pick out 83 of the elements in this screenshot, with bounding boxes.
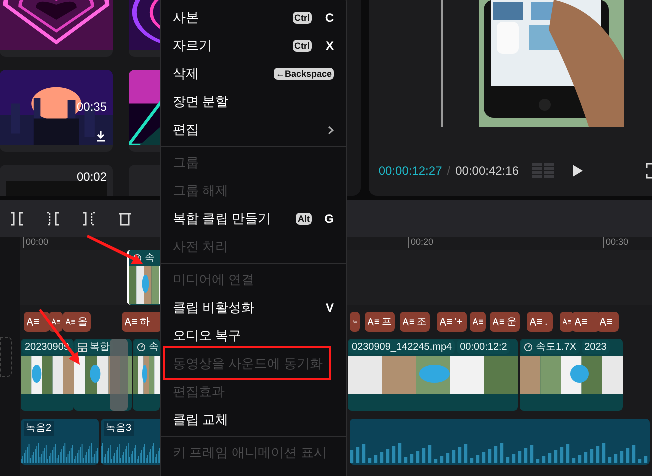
text-icon bbox=[530, 318, 542, 326]
text-icon bbox=[52, 318, 60, 326]
text-icon bbox=[473, 318, 483, 326]
text-icon bbox=[440, 318, 452, 326]
text-icon bbox=[600, 318, 612, 326]
text-icon bbox=[575, 318, 587, 326]
shortcut-key: Alt bbox=[296, 213, 312, 225]
text-icon bbox=[353, 318, 357, 326]
shortcut-key: Ctrl bbox=[292, 40, 312, 52]
speed-icon bbox=[137, 342, 146, 352]
menu-item[interactable]: 장면 분할 bbox=[161, 88, 346, 116]
speed-tag: 속 bbox=[134, 340, 160, 354]
video-clip[interactable]: 0230909_142245.mp4 00:00:12:2 bbox=[348, 339, 518, 411]
speed-tag: 속도1.7X bbox=[521, 340, 580, 354]
text-clip[interactable]: 운 bbox=[490, 312, 520, 332]
ruler-label: 00:20 bbox=[408, 237, 434, 248]
shortcut-letter: X bbox=[324, 38, 334, 55]
video-clip[interactable]: 속 bbox=[133, 339, 160, 411]
split-icon[interactable] bbox=[10, 212, 24, 226]
play-icon[interactable] bbox=[573, 165, 583, 177]
text-clip[interactable]: 올 bbox=[63, 312, 91, 332]
text-icon bbox=[125, 318, 137, 326]
time-separator: / bbox=[447, 163, 451, 180]
clip-title: 녹음3 bbox=[104, 421, 134, 436]
audio-clip[interactable] bbox=[350, 419, 650, 465]
shortcut-letter: V bbox=[324, 300, 334, 317]
text-icon bbox=[493, 318, 504, 326]
current-time: 00:00:12:27 bbox=[378, 163, 442, 180]
annotation-arrow bbox=[87, 235, 143, 264]
text-icon bbox=[368, 318, 379, 326]
text-icon bbox=[403, 318, 414, 326]
video-clip[interactable]: 속도1.7X 2023 bbox=[520, 339, 623, 411]
clip-label: 0230909_142245.mp4 bbox=[349, 340, 456, 354]
audio-clip[interactable]: 녹음2 bbox=[21, 419, 99, 465]
shortcut-letter: G bbox=[324, 211, 334, 228]
track-handle[interactable] bbox=[0, 336, 12, 376]
text-clip[interactable] bbox=[470, 312, 486, 332]
trim-right-icon[interactable] bbox=[82, 212, 96, 226]
text-icon bbox=[66, 318, 75, 326]
text-clip[interactable] bbox=[572, 312, 600, 332]
fullscreen-icon[interactable] bbox=[646, 163, 652, 179]
chevron-right-icon bbox=[328, 126, 334, 134]
media-card[interactable]: 00:02 bbox=[0, 165, 113, 196]
text-icon bbox=[27, 318, 39, 326]
text-clip[interactable]: . bbox=[527, 312, 553, 332]
ruler-label: 00:00 bbox=[23, 237, 49, 248]
shortcut-letter: C bbox=[324, 10, 334, 27]
clip-title: 운 bbox=[507, 316, 517, 330]
delete-icon[interactable] bbox=[118, 212, 132, 226]
ruler-label: 00:30 bbox=[603, 237, 629, 248]
menu-item[interactable]: 사본 Ctrl C bbox=[161, 4, 346, 32]
clip-title: . bbox=[545, 316, 548, 330]
menu-item[interactable]: 복합 클립 만들기 Alt G bbox=[161, 205, 346, 233]
clip-title: 하 bbox=[140, 316, 150, 330]
shortcut-key: ←Backspace bbox=[274, 68, 334, 80]
text-clip[interactable] bbox=[24, 312, 50, 332]
shortcut-key: Ctrl bbox=[292, 12, 312, 24]
compound-icon bbox=[78, 342, 87, 352]
menu-item[interactable]: 오디오 복구 bbox=[161, 322, 346, 350]
total-time: 00:00:42:16 bbox=[456, 163, 519, 180]
text-clip[interactable]: 조 bbox=[400, 312, 430, 332]
text-icon bbox=[563, 318, 571, 326]
menu-item[interactable]: 자르기 Ctrl X bbox=[161, 32, 346, 60]
speed-icon bbox=[524, 342, 533, 352]
text-clip[interactable] bbox=[597, 312, 619, 332]
text-clip[interactable] bbox=[560, 312, 574, 332]
menu-item[interactable]: 삭제 ←Backspace bbox=[161, 60, 346, 88]
trim-left-icon[interactable] bbox=[46, 212, 60, 226]
text-clip[interactable]: '+ bbox=[437, 312, 467, 332]
clip-title: 올 bbox=[78, 316, 88, 330]
clip-label: 00:00:12:2 bbox=[457, 340, 510, 354]
text-clip[interactable]: 하 bbox=[122, 312, 162, 332]
text-clip[interactable]: 프 bbox=[365, 312, 395, 332]
clip-title: 프 bbox=[382, 316, 392, 330]
clip-title: 녹음2 bbox=[24, 421, 54, 436]
download-icon[interactable] bbox=[95, 130, 107, 142]
menu-item[interactable]: 편집 bbox=[161, 116, 346, 144]
compound-tag: 복합 bbox=[75, 340, 113, 354]
clip-title: 조 bbox=[417, 316, 427, 330]
clip-title: '+ bbox=[455, 316, 463, 330]
clip-duration: 00:02 bbox=[76, 169, 107, 186]
clip-label: 2023 bbox=[582, 340, 610, 354]
text-clip[interactable] bbox=[350, 312, 360, 332]
